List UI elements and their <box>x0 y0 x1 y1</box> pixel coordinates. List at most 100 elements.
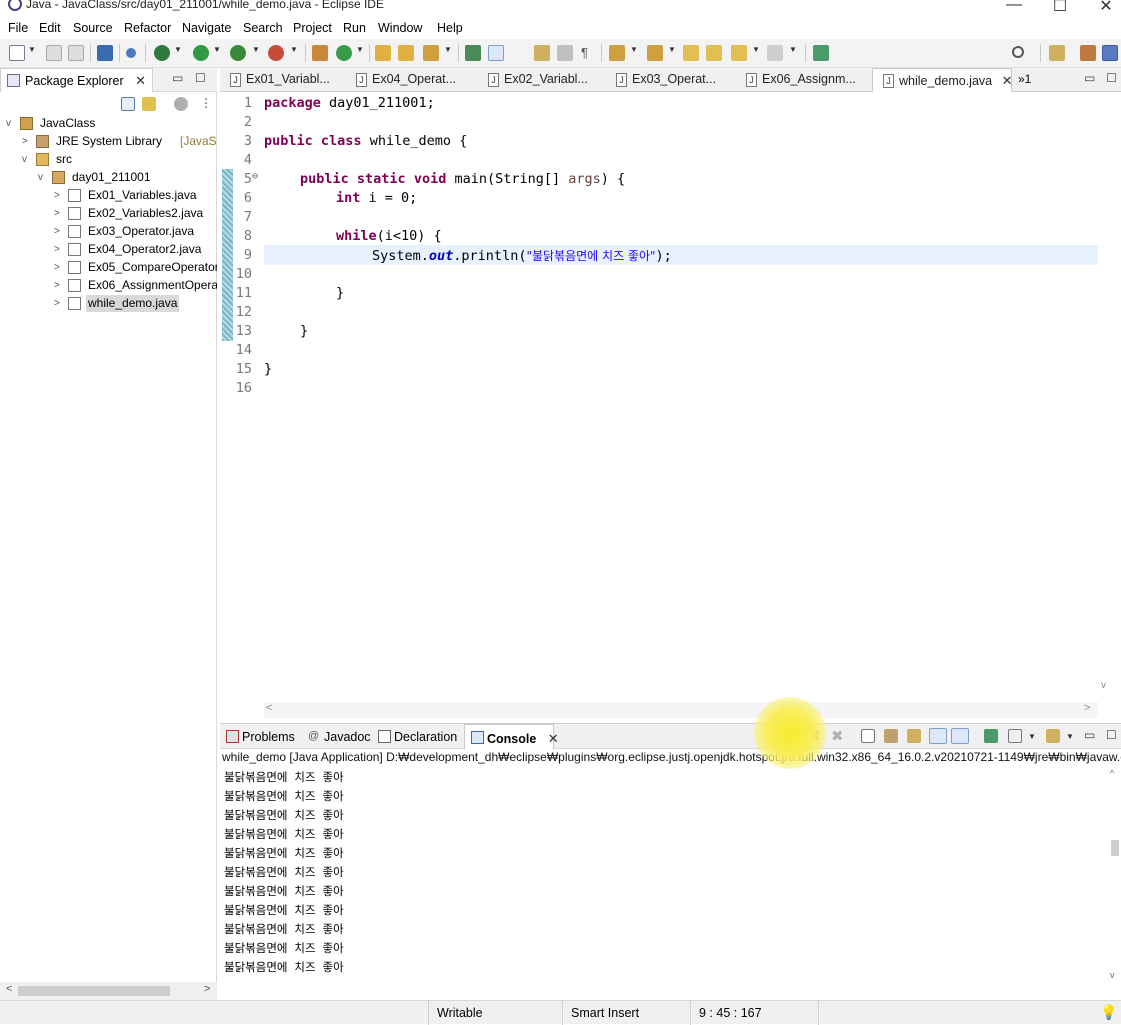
vertical-scrollbar[interactable]: v <box>1098 93 1121 693</box>
search-icon[interactable] <box>1012 46 1024 58</box>
menu-window[interactable]: Window <box>378 21 422 35</box>
open-type-icon[interactable] <box>375 45 391 61</box>
scroll-right-icon[interactable]: > <box>204 983 210 995</box>
tab-ex03-operator[interactable]: J Ex03_Operat... <box>606 68 736 92</box>
console-output[interactable]: 불닭볶음면에 치즈 좋아 불닭볶음면에 치즈 좋아 불닭볶음면에 치즈 좋아 불… <box>224 768 1104 984</box>
tree-item-while-demo[interactable]: > while_demo.java <box>54 295 217 313</box>
tree-item-ex06[interactable]: > Ex06_AssignmentOperat <box>54 277 217 295</box>
chevron-right-icon[interactable]: > <box>54 259 64 276</box>
scroll-down-icon[interactable]: v <box>1110 970 1115 980</box>
external-tools-icon[interactable] <box>268 45 284 61</box>
chevron-right-icon[interactable]: > <box>22 133 32 150</box>
terminal-icon[interactable] <box>97 45 113 61</box>
link-icon[interactable] <box>126 48 136 58</box>
java-ee-perspective-icon[interactable] <box>1080 45 1096 61</box>
view-menu-icon[interactable]: ⋮ <box>200 96 212 110</box>
menu-navigate[interactable]: Navigate <box>182 21 231 35</box>
chevron-right-icon[interactable]: > <box>54 223 64 240</box>
pin-editor-icon[interactable] <box>813 45 829 61</box>
scroll-right-icon[interactable]: > <box>1084 702 1090 714</box>
close-icon[interactable]: ✕ <box>548 731 559 746</box>
toggle-block-selection-icon[interactable] <box>488 45 504 61</box>
horizontal-scrollbar[interactable]: < > <box>0 982 217 1000</box>
chevron-down-icon[interactable]: ▼ <box>444 45 452 54</box>
tree-item-ex01[interactable]: > Ex01_Variables.java <box>54 187 217 205</box>
chevron-down-icon[interactable]: ▼ <box>252 45 260 54</box>
chevron-right-icon[interactable]: > <box>54 295 64 312</box>
scroll-up-icon[interactable]: ^ <box>1110 768 1114 778</box>
minimize-view-icon[interactable]: ▭ <box>1084 71 1095 85</box>
menu-edit[interactable]: Edit <box>39 21 61 35</box>
open-console-icon[interactable] <box>1046 729 1060 743</box>
pilcrow-icon[interactable]: ¶ <box>581 45 597 61</box>
scroll-down-icon[interactable]: v <box>1101 680 1106 691</box>
minimize-view-icon[interactable]: ▭ <box>1084 728 1095 742</box>
next-annotation-icon[interactable] <box>609 45 625 61</box>
tree-item-ex02[interactable]: > Ex02_Variables2.java <box>54 205 217 223</box>
scroll-left-icon[interactable]: < <box>266 702 272 714</box>
tab-ex01-variables[interactable]: J Ex01_Variabl... <box>220 68 346 92</box>
tab-while-demo[interactable]: J while_demo.java ✕ <box>872 68 1013 92</box>
tab-ex02-variables2[interactable]: J Ex02_Variabl... <box>478 68 606 92</box>
chevron-down-icon[interactable]: ▼ <box>668 45 676 54</box>
close-button[interactable]: ✕ <box>1096 0 1116 16</box>
minimize-view-icon[interactable]: ▭ <box>172 71 183 85</box>
menu-file[interactable]: File <box>8 21 28 35</box>
collapse-all-icon[interactable] <box>121 97 135 111</box>
menu-help[interactable]: Help <box>437 21 463 35</box>
filters-icon[interactable] <box>174 97 188 111</box>
tree-item-ex04[interactable]: > Ex04_Operator2.java <box>54 241 217 259</box>
save-all-icon[interactable] <box>68 45 84 61</box>
tree-item-src[interactable]: v src <box>22 151 217 169</box>
minimize-button[interactable]: — <box>1004 0 1024 14</box>
chevron-right-icon[interactable]: > <box>54 277 64 294</box>
scroll-lock-icon[interactable] <box>884 729 898 743</box>
last-edit-icon[interactable] <box>683 45 699 61</box>
back-icon[interactable] <box>731 45 747 61</box>
tab-package-explorer[interactable]: Package Explorer ✕ <box>0 68 154 92</box>
menu-project[interactable]: Project <box>293 21 332 35</box>
maximize-view-icon[interactable]: ☐ <box>1106 728 1117 742</box>
chevron-down-icon[interactable]: ▼ <box>290 45 298 54</box>
debug-icon[interactable] <box>154 45 170 61</box>
word-wrap-icon[interactable] <box>907 729 921 743</box>
close-icon[interactable]: ✕ <box>135 73 146 88</box>
chevron-down-icon[interactable]: ▼ <box>630 45 638 54</box>
new-java-project-icon[interactable] <box>312 45 328 61</box>
search-tool-icon[interactable] <box>423 45 439 61</box>
chevron-down-icon[interactable]: v <box>22 151 32 168</box>
chevron-down-icon[interactable]: ▼ <box>1066 732 1074 741</box>
tab-overflow-button[interactable]: »1 <box>1018 72 1031 86</box>
scrollbar-thumb[interactable] <box>1111 840 1119 856</box>
display-console-icon[interactable] <box>1008 729 1022 743</box>
toggle-breadcrumb-icon[interactable] <box>534 45 550 61</box>
maximize-button[interactable]: ☐ <box>1050 0 1070 16</box>
horizontal-scrollbar[interactable]: < > <box>264 702 1098 718</box>
fold-collapse-icon[interactable]: ⊖ <box>252 171 258 182</box>
menu-search[interactable]: Search <box>243 21 283 35</box>
chevron-down-icon[interactable]: ▼ <box>356 45 364 54</box>
open-perspective-icon[interactable] <box>1049 45 1065 61</box>
coverage-icon[interactable] <box>230 45 246 61</box>
menu-source[interactable]: Source <box>73 21 113 35</box>
tree-item-javaclass[interactable]: v JavaClass <box>6 115 211 133</box>
scroll-left-icon[interactable]: < <box>6 983 12 995</box>
tree-item-ex03[interactable]: > Ex03_Operator.java <box>54 223 217 241</box>
tab-ex04-operator2[interactable]: J Ex04_Operat... <box>346 68 478 92</box>
clear-console-icon[interactable] <box>861 729 875 743</box>
code-area[interactable]: 1 2 3 4 5 ⊖ 6 7 8 9 10 11 12 13 14 15 16… <box>220 93 1121 693</box>
chevron-down-icon[interactable]: ▼ <box>28 45 36 54</box>
chevron-down-icon[interactable]: v <box>6 115 16 132</box>
tab-console[interactable]: Console ✕ <box>464 724 559 749</box>
show-stdout-icon[interactable] <box>929 728 947 744</box>
chevron-right-icon[interactable]: > <box>54 241 64 258</box>
maximize-view-icon[interactable]: ☐ <box>195 71 206 85</box>
pin-console-icon[interactable] <box>984 729 998 743</box>
chevron-right-icon[interactable]: > <box>54 187 64 204</box>
open-task-icon[interactable] <box>398 45 414 61</box>
forward-icon[interactable] <box>767 45 783 61</box>
tab-ex06-assignment[interactable]: J Ex06_Assignm... <box>736 68 871 92</box>
chevron-down-icon[interactable]: ▼ <box>789 45 797 54</box>
menu-refactor[interactable]: Refactor <box>124 21 171 35</box>
show-stderr-icon[interactable] <box>951 728 969 744</box>
